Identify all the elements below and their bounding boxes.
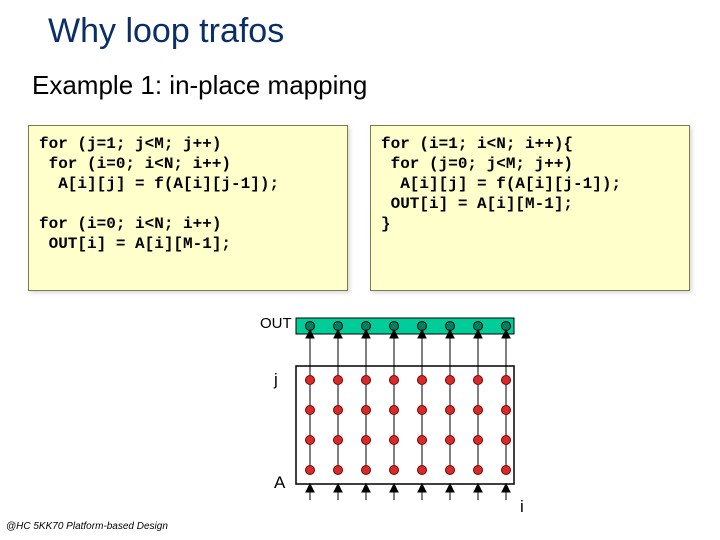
code-block-original: for (j=1; j<M; j++) for (i=0; i<N; i++) … bbox=[28, 125, 348, 291]
label-j: j bbox=[273, 370, 278, 389]
label-A: A bbox=[274, 473, 286, 492]
dependency-diagram: OUT j A i bbox=[260, 310, 540, 515]
footer-credit: @HC 5KK70 Platform-based Design bbox=[6, 521, 168, 532]
page-title: Why loop trafos bbox=[48, 12, 284, 51]
label-i: i bbox=[520, 497, 524, 515]
label-out: OUT bbox=[260, 315, 292, 332]
page-subtitle: Example 1: in-place mapping bbox=[32, 70, 367, 101]
code-block-transformed: for (i=1; i<N; i++){ for (j=0; j<M; j++)… bbox=[370, 125, 690, 291]
